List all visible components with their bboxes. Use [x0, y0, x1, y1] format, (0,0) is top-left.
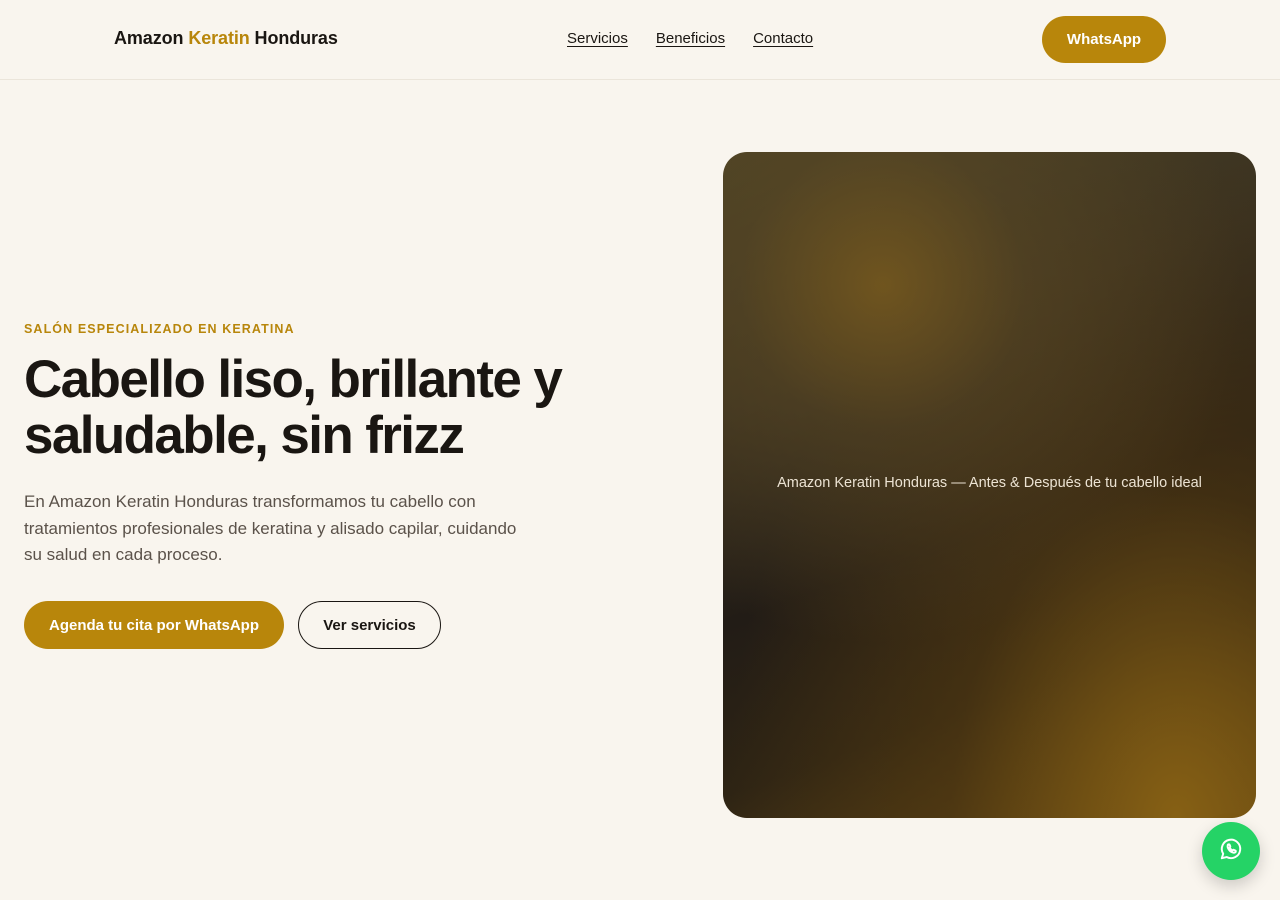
hero-headline: Cabello liso, brillante y saludable, sin…	[24, 350, 563, 465]
brand-name-part1: Amazon	[114, 28, 184, 48]
hero-image-caption: Amazon Keratin Honduras — Antes & Despué…	[777, 475, 1202, 491]
hero-eyebrow: SALÓN ESPECIALIZADO EN KERATINA	[24, 322, 295, 336]
hero-lead: En Amazon Keratin Honduras transformamos…	[24, 492, 517, 564]
site-header: Amazon Keratin Honduras Servicios Benefi…	[0, 0, 1280, 80]
view-services-button[interactable]: Ver servicios	[298, 601, 441, 649]
brand-name-accent: Keratin	[188, 28, 250, 48]
main-nav: Servicios Beneficios Contacto	[567, 30, 813, 47]
header-whatsapp-button[interactable]: WhatsApp	[1042, 16, 1166, 63]
brand-logo[interactable]: Amazon Keratin Honduras	[114, 28, 338, 49]
brand-name-part2: Honduras	[254, 28, 338, 48]
whatsapp-icon	[1218, 836, 1244, 867]
hero-image: Amazon Keratin Honduras — Antes & Despué…	[723, 152, 1256, 818]
floating-whatsapp-button[interactable]	[1202, 822, 1260, 880]
nav-link-servicios[interactable]: Servicios	[567, 30, 628, 47]
nav-link-beneficios[interactable]: Beneficios	[656, 30, 725, 47]
book-appointment-button[interactable]: Agenda tu cita por WhatsApp	[24, 601, 284, 649]
nav-link-contacto[interactable]: Contacto	[753, 30, 813, 47]
